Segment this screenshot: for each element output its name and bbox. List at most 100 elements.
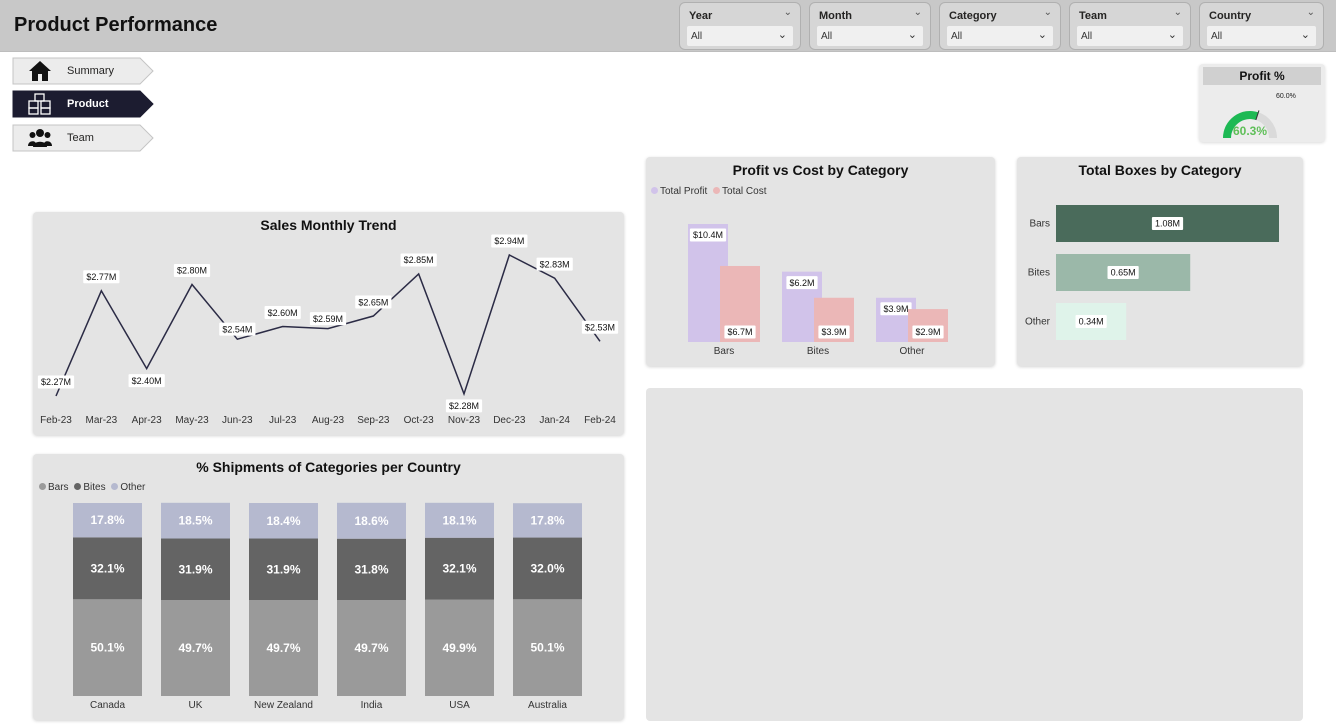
filter-month-value: All (821, 31, 833, 42)
data-label: $2.59M (313, 314, 343, 324)
filter-year[interactable]: Year ⌄ All ⌄ (679, 2, 801, 50)
data-label: 18.1% (442, 513, 476, 527)
shipments-chart: 50.1% 32.1% 17.8% Canada 49.7% 31.9% 18.5% UK 49… (73, 502, 582, 711)
x-tick-label: New Zealand (254, 700, 313, 711)
profit-gauge: 60.0% 60.3% (1223, 93, 1296, 138)
filter-team-select[interactable]: All ⌄ (1077, 26, 1183, 46)
data-label: $2.60M (268, 308, 298, 318)
data-label: 18.5% (178, 514, 212, 528)
nav-product-label: Product (67, 98, 109, 110)
nav-team-button[interactable]: Team (12, 124, 154, 152)
total-boxes-card: Total Boxes by Category 1.08M Bars 0.65M Bi… (1017, 157, 1303, 366)
x-tick-label: Oct-23 (404, 415, 434, 426)
sales-trend-chart: $2.27M $2.77M $2.40M $2.80M $2.54M $2.60M $2.5… (37, 234, 619, 426)
x-tick-label: USA (449, 700, 470, 711)
data-label: $2.83M (540, 259, 570, 269)
data-label: $2.85M (404, 255, 434, 265)
chevron-down-icon[interactable]: ⌄ (1044, 7, 1052, 18)
filter-category[interactable]: Category ⌄ All ⌄ (939, 2, 1061, 50)
filter-month[interactable]: Month ⌄ All ⌄ (809, 2, 931, 50)
data-label: $2.94M (494, 236, 524, 246)
data-label: 49.9% (442, 641, 476, 655)
data-label: 50.1% (530, 641, 564, 655)
home-icon (29, 61, 51, 81)
nav-summary-button[interactable]: Summary (12, 57, 154, 85)
x-tick-label: Other (899, 346, 925, 357)
data-label: $3.9M (821, 327, 846, 337)
data-label: $2.77M (86, 272, 116, 282)
data-label: $2.40M (132, 376, 162, 386)
page-title: Product Performance (14, 14, 218, 36)
data-label: $2.54M (222, 324, 252, 334)
data-label: 49.7% (354, 641, 388, 655)
empty-visual-area (646, 388, 1303, 721)
shipments-card: % Shipments of Categories per Country Ba… (33, 454, 624, 720)
y-tick-label: Other (1025, 317, 1051, 328)
filter-country-select[interactable]: All ⌄ (1207, 26, 1316, 46)
chevron-down-icon[interactable]: ⌄ (1307, 7, 1315, 18)
gauge-value-label: 60.3% (1233, 124, 1267, 138)
data-label: 32.1% (90, 561, 124, 575)
x-tick-label: Nov-23 (448, 415, 481, 426)
chevron-down-icon[interactable]: ⌄ (1168, 28, 1177, 41)
filter-team-value: All (1081, 31, 1093, 42)
chevron-down-icon[interactable]: ⌄ (784, 7, 792, 18)
filter-country[interactable]: Country ⌄ All ⌄ (1199, 2, 1324, 50)
x-tick-label: Jun-23 (222, 415, 253, 426)
data-label: 32.0% (530, 561, 564, 575)
data-label: 32.1% (442, 562, 476, 576)
data-label: 49.7% (178, 641, 212, 655)
x-tick-label: Bars (714, 346, 735, 357)
x-tick-label: Mar-23 (85, 415, 117, 426)
data-label: 0.65M (1111, 268, 1136, 278)
x-tick-label: Feb-24 (584, 415, 616, 426)
y-tick-label: Bites (1028, 268, 1050, 279)
boxes-icon (28, 93, 51, 115)
data-label: 18.4% (266, 514, 300, 528)
data-label: $3.9M (883, 304, 908, 314)
filter-team[interactable]: Team ⌄ All ⌄ (1069, 2, 1191, 50)
chevron-down-icon[interactable]: ⌄ (1038, 28, 1047, 41)
data-label: 17.8% (90, 513, 124, 527)
x-tick-label: Dec-23 (493, 415, 526, 426)
filter-year-select[interactable]: All ⌄ (687, 26, 793, 46)
data-label: 18.6% (354, 514, 388, 528)
data-label: 31.9% (266, 562, 300, 576)
x-tick-label: India (361, 700, 383, 711)
profit-gauge-card: Profit % 60.0% 60.3% (1199, 64, 1325, 142)
x-tick-label: UK (189, 700, 203, 711)
data-label: $6.2M (789, 278, 814, 288)
data-label: 0.34M (1079, 317, 1104, 327)
y-tick-label: Bars (1029, 219, 1050, 230)
chevron-down-icon[interactable]: ⌄ (908, 28, 917, 41)
filter-month-select[interactable]: All ⌄ (817, 26, 923, 46)
x-tick-label: Bites (807, 346, 829, 357)
filter-category-select[interactable]: All ⌄ (947, 26, 1053, 46)
x-tick-label: Apr-23 (132, 415, 162, 426)
chevron-down-icon[interactable]: ⌄ (778, 28, 787, 41)
data-label: $6.7M (727, 327, 752, 337)
header-bar: Product Performance Year ⌄ All ⌄ Month ⌄… (0, 0, 1336, 52)
x-tick-label: Aug-23 (312, 415, 345, 426)
profit-cost-card: Profit vs Cost by Category Total Profit … (646, 157, 995, 366)
chevron-down-icon[interactable]: ⌄ (1174, 7, 1182, 18)
data-label: $2.65M (358, 297, 388, 307)
filter-month-label: Month (819, 10, 852, 22)
data-label: $2.28M (449, 401, 479, 411)
data-label: $2.27M (41, 377, 71, 387)
chevron-down-icon[interactable]: ⌄ (1301, 28, 1310, 41)
data-label: 50.1% (90, 641, 124, 655)
data-label: 49.7% (266, 641, 300, 655)
data-label: 17.8% (530, 513, 564, 527)
x-tick-label: Feb-23 (40, 415, 72, 426)
gauge-target-label: 60.0% (1276, 93, 1296, 100)
sales-trend-card: Sales Monthly Trend $2.27M $2.77M $2.40M $2… (33, 212, 624, 435)
team-icon (28, 129, 52, 147)
filter-year-label: Year (689, 10, 713, 22)
nav-product-button[interactable]: Product (12, 90, 154, 118)
x-tick-label: Jul-23 (269, 415, 297, 426)
chevron-down-icon[interactable]: ⌄ (914, 7, 922, 18)
filter-country-value: All (1211, 31, 1223, 42)
filter-team-label: Team (1079, 10, 1107, 22)
x-tick-label: Jan-24 (539, 415, 570, 426)
